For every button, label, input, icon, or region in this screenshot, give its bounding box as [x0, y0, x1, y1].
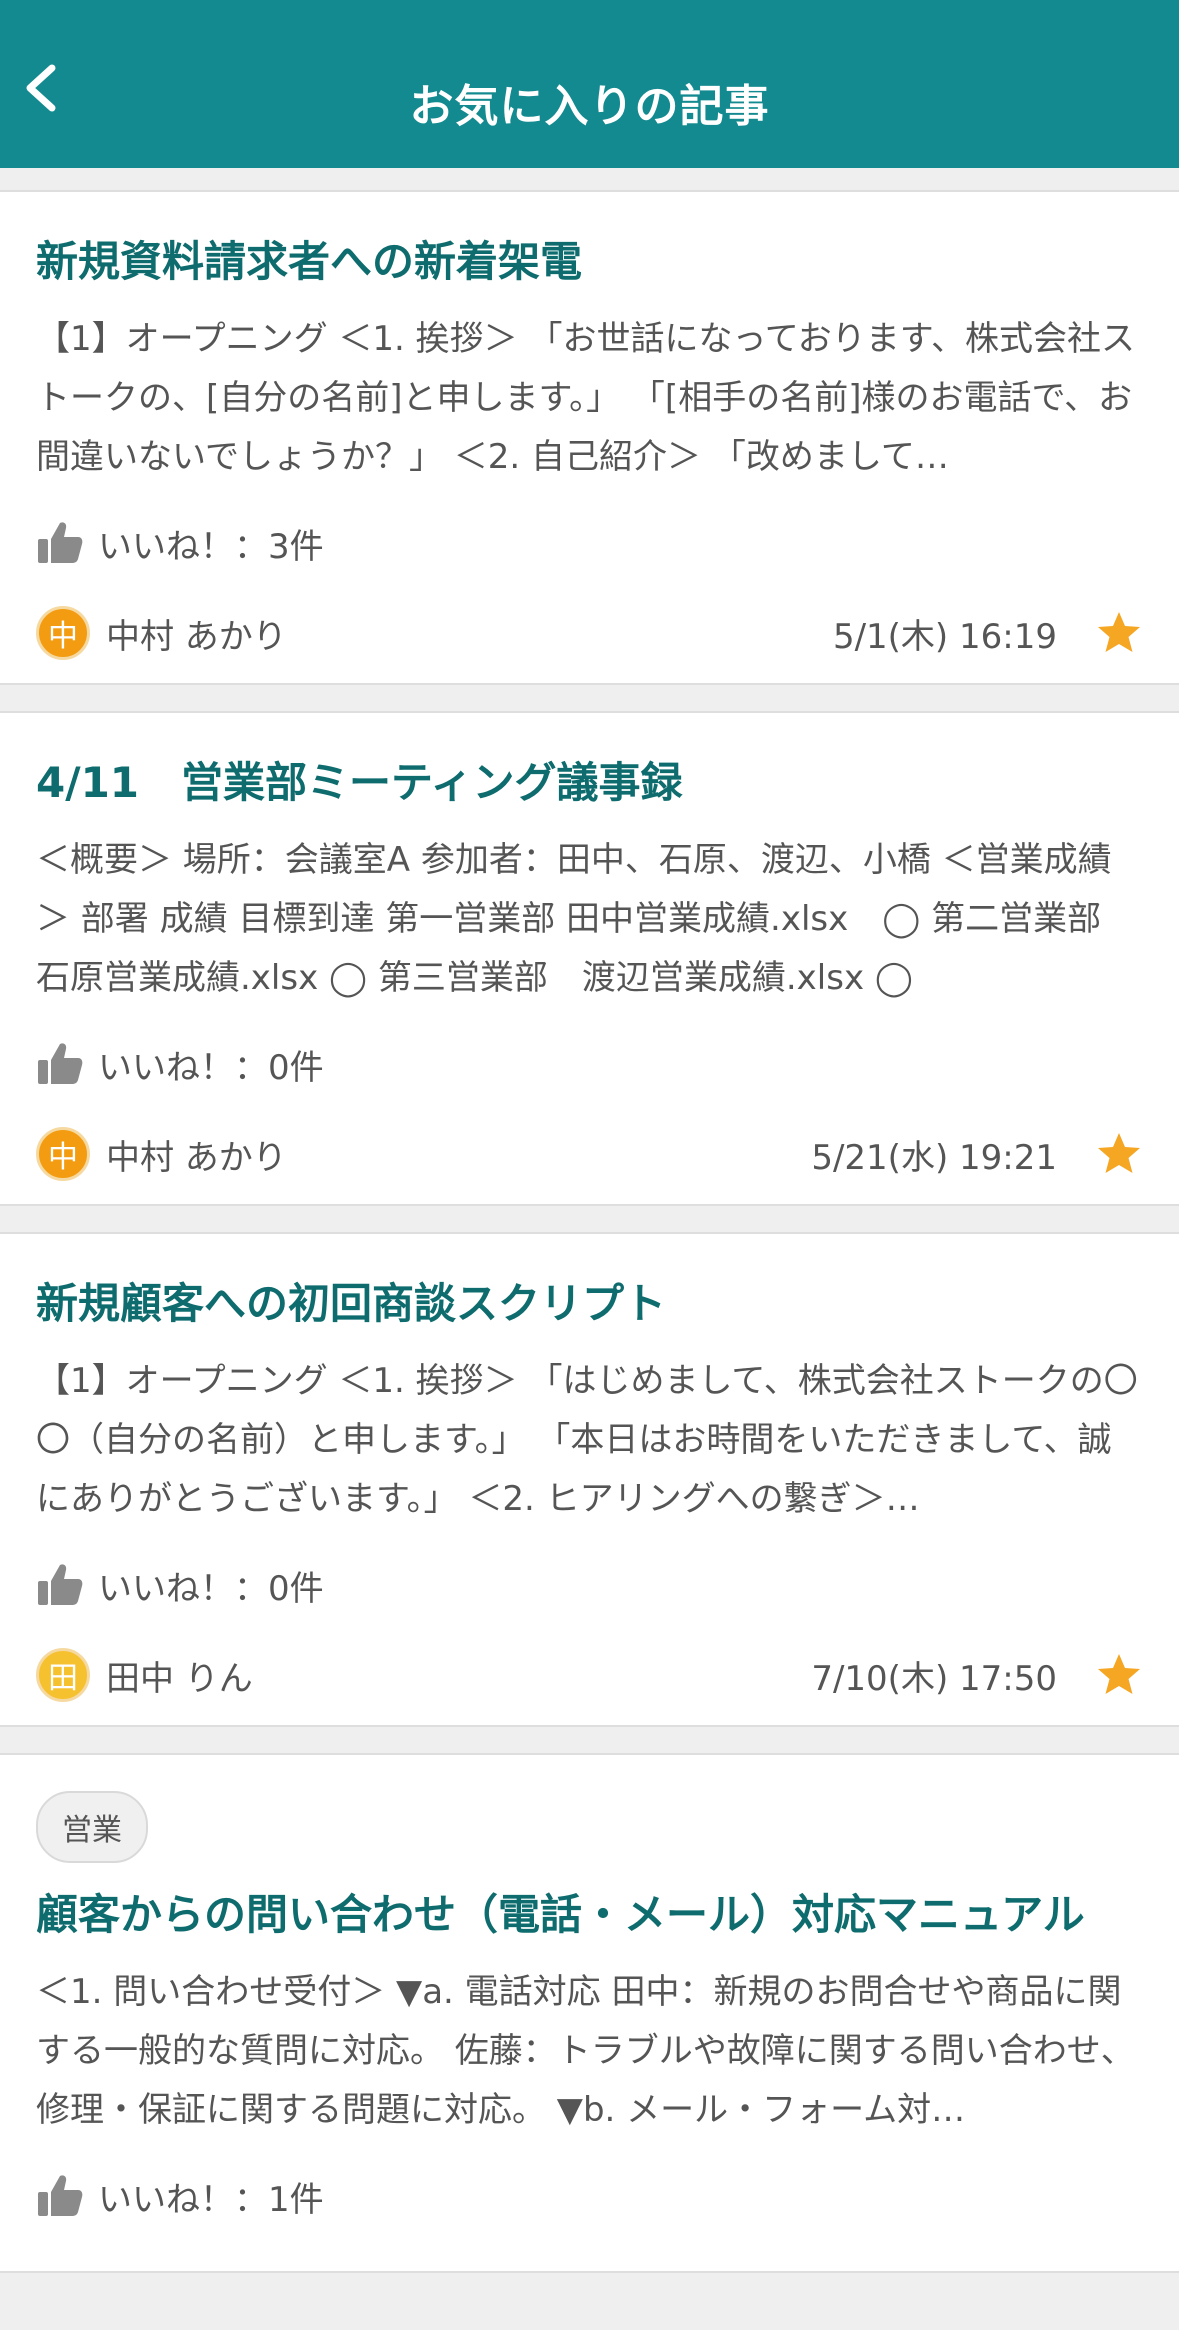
star-icon[interactable]: [1095, 1130, 1143, 1178]
article-date: 5/1(木) 16:19: [832, 616, 1057, 657]
article-meta: 田 田中 りん 7/10(木) 17:50: [36, 1625, 1143, 1725]
like-row: いいね！： 1件: [36, 2170, 1143, 2222]
star-icon[interactable]: [1095, 609, 1143, 657]
article-card[interactable]: 4/11 営業部ミーティング議事録 ＜概要＞ 場所：会議室A 参加者：田中、石原…: [0, 711, 1179, 1206]
article-list: 新規資料請求者への新着架電 【1】オープニング ＜1. 挨拶＞ 「お世話になって…: [0, 190, 1179, 2299]
page-title: お気に入りの記事: [409, 81, 770, 132]
article-excerpt: 【1】オープニング ＜1. 挨拶＞ 「はじめまして、株式会社ストークの〇〇（自分…: [36, 1361, 1138, 1519]
like-label: いいね！：: [98, 1568, 268, 1609]
article-card[interactable]: 新規資料請求者への新着架電 【1】オープニング ＜1. 挨拶＞ 「お世話になって…: [0, 190, 1179, 685]
article-meta: 中 中村 あかり 5/21(水) 19:21: [36, 1104, 1143, 1204]
article-date: 5/21(水) 19:21: [811, 1137, 1057, 1178]
avatar[interactable]: 中: [36, 1127, 90, 1181]
article-excerpt: 【1】オープニング ＜1. 挨拶＞ 「お世話になっております、株式会社ストークの…: [36, 319, 1136, 477]
article-title[interactable]: 新規資料請求者への新着架電: [36, 192, 1143, 290]
author-name: 中村 あかり: [106, 1137, 287, 1178]
thumbs-up-icon[interactable]: [36, 2172, 84, 2220]
like-count: 1件: [268, 2179, 324, 2220]
like-row: いいね！： 0件: [36, 1559, 1143, 1611]
category-tag[interactable]: 営業: [36, 1791, 148, 1863]
avatar[interactable]: 田: [36, 1648, 90, 1702]
article-card[interactable]: 営業 顧客からの問い合わせ（電話・メール）対応マニュアル ＜1. 問い合わせ受付…: [0, 1753, 1179, 2273]
article-title[interactable]: 4/11 営業部ミーティング議事録: [36, 713, 1143, 811]
article-title[interactable]: 顧客からの問い合わせ（電話・メール）対応マニュアル: [36, 1863, 1143, 1943]
article-card[interactable]: 新規顧客への初回商談スクリプト 【1】オープニング ＜1. 挨拶＞ 「はじめまし…: [0, 1232, 1179, 1727]
like-count: 0件: [268, 1047, 324, 1088]
like-count: 0件: [268, 1568, 324, 1609]
like-label: いいね！：: [98, 1047, 268, 1088]
article-excerpt: ＜1. 問い合わせ受付＞ ▼a. 電話対応 田中：新規のお問合せや商品に関する一…: [36, 1972, 1135, 2130]
article-excerpt: ＜概要＞ 場所：会議室A 参加者：田中、石原、渡辺、小橋 ＜営業成績＞ 部署 成…: [36, 840, 1112, 998]
article-date: 7/10(木) 17:50: [811, 1658, 1057, 1699]
thumbs-up-icon[interactable]: [36, 1561, 84, 1609]
thumbs-up-icon[interactable]: [36, 519, 84, 567]
author-name: 中村 あかり: [106, 616, 287, 657]
article-meta: 中 中村 あかり 5/1(木) 16:19: [36, 583, 1143, 683]
like-row: いいね！： 3件: [36, 517, 1143, 569]
author-name: 田中 りん: [106, 1658, 253, 1699]
app-header: お気に入りの記事: [0, 0, 1179, 168]
like-label: いいね！：: [98, 526, 268, 567]
article-title[interactable]: 新規顧客への初回商談スクリプト: [36, 1234, 1143, 1332]
avatar[interactable]: 中: [36, 606, 90, 660]
like-count: 3件: [268, 526, 324, 567]
like-row: いいね！： 0件: [36, 1038, 1143, 1090]
like-label: いいね！：: [98, 2179, 268, 2220]
star-icon[interactable]: [1095, 1651, 1143, 1699]
thumbs-up-icon[interactable]: [36, 1040, 84, 1088]
